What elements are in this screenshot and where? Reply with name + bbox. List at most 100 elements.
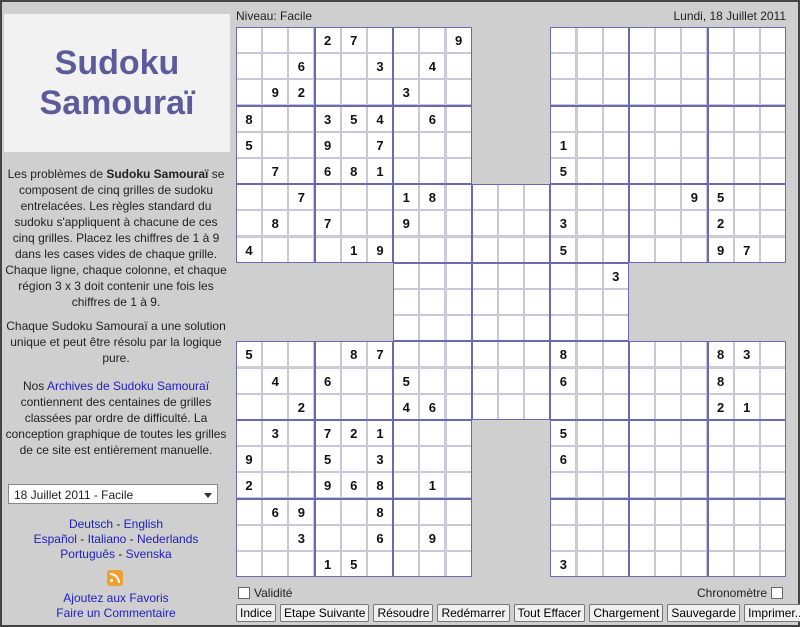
sudoku-cell[interactable]: [655, 472, 682, 499]
sudoku-cell[interactable]: [707, 472, 734, 499]
sudoku-cell[interactable]: 2: [707, 210, 734, 237]
sudoku-cell[interactable]: [602, 27, 629, 53]
sudoku-cell[interactable]: 1: [733, 393, 760, 420]
sudoku-cell[interactable]: [367, 27, 393, 53]
sudoku-cell[interactable]: [288, 236, 315, 263]
sudoku-cell[interactable]: [550, 315, 577, 342]
sudoku-cell[interactable]: [367, 393, 393, 420]
sudoku-cell[interactable]: [655, 131, 682, 158]
sudoku-cell[interactable]: 3: [550, 210, 577, 237]
sudoku-cell[interactable]: [393, 498, 420, 525]
sudoku-cell[interactable]: [629, 27, 655, 53]
sudoku-cell[interactable]: [576, 131, 603, 158]
sudoku-cell[interactable]: [760, 236, 786, 263]
sudoku-cell[interactable]: [419, 210, 446, 237]
sudoku-cell[interactable]: [707, 53, 734, 80]
sudoku-cell[interactable]: [314, 53, 341, 80]
sudoku-cell[interactable]: 2: [707, 393, 734, 420]
sudoku-cell[interactable]: [262, 393, 289, 420]
sudoku-cell[interactable]: [367, 210, 393, 237]
sudoku-cell[interactable]: [655, 184, 682, 211]
sudoku-cell[interactable]: [733, 79, 760, 106]
sudoku-cell[interactable]: [760, 210, 786, 237]
sudoku-cell[interactable]: [393, 105, 420, 132]
sudoku-cell[interactable]: [760, 79, 786, 106]
sudoku-cell[interactable]: 9: [393, 210, 420, 237]
sudoku-cell[interactable]: [236, 498, 262, 525]
sudoku-cell[interactable]: 5: [393, 367, 420, 394]
sudoku-cell[interactable]: [576, 420, 603, 446]
sudoku-cell[interactable]: [288, 210, 315, 237]
sudoku-cell[interactable]: [524, 289, 551, 315]
sudoku-cell[interactable]: 7: [367, 341, 393, 368]
sudoku-cell[interactable]: [393, 446, 420, 473]
sudoku-cell[interactable]: 1: [393, 184, 420, 211]
sudoku-cell[interactable]: [576, 498, 603, 525]
sudoku-cell[interactable]: [550, 184, 577, 211]
sudoku-cell[interactable]: [393, 341, 420, 368]
sudoku-cell[interactable]: [707, 420, 734, 446]
sudoku-cell[interactable]: [681, 472, 708, 499]
sudoku-cell[interactable]: [576, 446, 603, 473]
sudoku-cell[interactable]: [236, 210, 262, 237]
sudoku-cell[interactable]: [550, 393, 577, 420]
add-favorites-link[interactable]: Ajoutez aux Favoris: [63, 591, 168, 605]
sudoku-cell[interactable]: 2: [236, 472, 262, 499]
sudoku-cell[interactable]: 8: [262, 210, 289, 237]
sudoku-cell[interactable]: [733, 158, 760, 184]
sudoku-cell[interactable]: [524, 236, 551, 263]
sudoku-cell[interactable]: [550, 289, 577, 315]
sudoku-cell[interactable]: [340, 446, 367, 473]
sudoku-cell[interactable]: [288, 27, 315, 53]
sudoku-cell[interactable]: [681, 367, 708, 394]
sudoku-cell[interactable]: [262, 341, 289, 368]
sudoku-cell[interactable]: 9: [288, 498, 315, 525]
sudoku-cell[interactable]: [602, 341, 629, 368]
sudoku-cell[interactable]: 7: [367, 131, 393, 158]
sudoku-cell[interactable]: [393, 27, 420, 53]
sudoku-cell[interactable]: [340, 524, 367, 551]
puzzle-date-select[interactable]: 18 Juillet 2011 - Facile: [8, 484, 218, 504]
sudoku-cell[interactable]: [629, 105, 655, 132]
sudoku-cell[interactable]: [445, 158, 472, 184]
sudoku-cell[interactable]: 8: [236, 105, 262, 132]
sudoku-cell[interactable]: 6: [314, 158, 341, 184]
sudoku-cell[interactable]: [445, 341, 472, 368]
lang-link-espanol[interactable]: Español: [34, 532, 77, 546]
sudoku-cell[interactable]: [760, 27, 786, 53]
sudoku-cell[interactable]: [340, 131, 367, 158]
hint-button[interactable]: Indice: [236, 604, 277, 622]
sudoku-cell[interactable]: [629, 341, 655, 368]
sudoku-cell[interactable]: [760, 446, 786, 473]
sudoku-cell[interactable]: [471, 210, 498, 237]
sudoku-cell[interactable]: [760, 131, 786, 158]
sudoku-cell[interactable]: [629, 446, 655, 473]
sudoku-cell[interactable]: 6: [314, 367, 341, 394]
sudoku-cell[interactable]: [419, 79, 446, 106]
sudoku-cell[interactable]: [419, 551, 446, 577]
sudoku-cell[interactable]: [707, 524, 734, 551]
sudoku-cell[interactable]: 9: [314, 472, 341, 499]
sudoku-cell[interactable]: [288, 341, 315, 368]
sudoku-cell[interactable]: [419, 498, 446, 525]
sudoku-cell[interactable]: 2: [288, 79, 315, 106]
sudoku-cell[interactable]: [576, 236, 603, 263]
sudoku-cell[interactable]: [655, 158, 682, 184]
sudoku-cell[interactable]: [419, 446, 446, 473]
sudoku-cell[interactable]: [655, 105, 682, 132]
sudoku-cell[interactable]: [471, 289, 498, 315]
sudoku-cell[interactable]: 8: [707, 367, 734, 394]
clear-all-button[interactable]: Tout Effacer: [513, 604, 586, 622]
sudoku-cell[interactable]: [367, 551, 393, 577]
sudoku-cell[interactable]: [707, 105, 734, 132]
sudoku-cell[interactable]: 1: [314, 551, 341, 577]
sudoku-cell[interactable]: [498, 315, 524, 342]
sudoku-cell[interactable]: [629, 79, 655, 106]
sudoku-cell[interactable]: [602, 446, 629, 473]
sudoku-cell[interactable]: 6: [262, 498, 289, 525]
sudoku-cell[interactable]: 3: [550, 551, 577, 577]
sudoku-cell[interactable]: 1: [367, 420, 393, 446]
sudoku-cell[interactable]: [340, 498, 367, 525]
sudoku-cell[interactable]: [393, 524, 420, 551]
sudoku-cell[interactable]: [760, 53, 786, 80]
